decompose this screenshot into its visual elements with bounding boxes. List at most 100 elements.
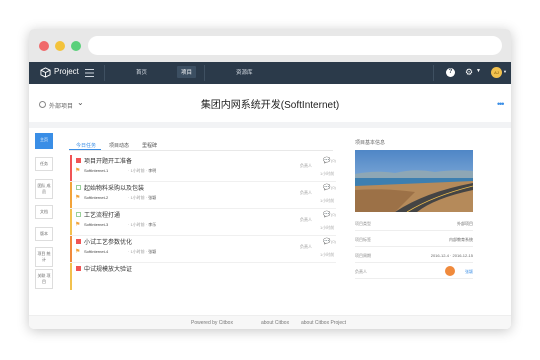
app-logo-text[interactable]: Project (54, 67, 79, 76)
task-row[interactable]: 起始物料采购以及包装 ⚑ SoftInternet-2 · 1小时前 · 张颖 💬 (0)… (70, 182, 336, 209)
task-title[interactable]: 小试工艺参数优化 (84, 237, 132, 246)
user-avatar[interactable]: AJ (491, 67, 502, 78)
task-checkbox[interactable] (76, 212, 81, 217)
panel-title: 项目基本信息 (355, 140, 386, 146)
tab-project-activity[interactable]: 项目动态 (109, 142, 129, 149)
task-meta-time: · 1小时前 · (128, 168, 149, 173)
task-meta: · 1小时前 · 李乐 (128, 222, 156, 228)
task-meta: · 1小时前 · 张颖 (128, 195, 156, 201)
address-bar[interactable] (88, 36, 502, 55)
side-tab-versions[interactable]: 版本 (35, 227, 53, 241)
row-value: 内部教育系统 (449, 237, 473, 242)
task-project: SoftInternet-1 (84, 168, 109, 173)
task-project: SoftInternet-2 (84, 195, 109, 200)
flag-icon: ⚑ (75, 195, 81, 201)
task-row[interactable]: 项目开题开工准备 ⚑ SoftInternet-1 · 1小时前 · 李明 💬 (0) 负责… (70, 155, 336, 182)
side-tab-related[interactable]: 关联 项目 (35, 269, 53, 289)
owner-avatar (445, 266, 455, 276)
panel-row-type: 项目类型 外部项目 (355, 218, 473, 231)
panel-row-owner: 负责人 张颖 (355, 266, 473, 279)
comment-count: (0) (331, 185, 336, 190)
task-assignee: 负责人 (300, 163, 312, 168)
side-tab-stats[interactable]: 项目 统计 (35, 247, 53, 267)
task-owner-name: 张颖 (148, 249, 157, 254)
user-caret-icon[interactable]: ▼ (503, 69, 507, 74)
task-meta: · 1小时前 · 李明 (128, 168, 156, 174)
task-owner-name: 李乐 (148, 222, 157, 227)
tab-divider (69, 150, 333, 151)
footer: Powered by Citbox about Citbox about Cit… (29, 315, 511, 329)
task-row[interactable]: 小试工艺参数优化 ⚑ SoftInternet-4 · 1小时前 · 张颖 💬 (0) 负责… (70, 236, 336, 263)
task-title[interactable]: 工艺流程打通 (84, 210, 120, 219)
task-title[interactable]: 中试规模放大验证 (84, 264, 132, 273)
nav-item-projects[interactable]: 项目 (177, 66, 197, 78)
flag-icon: ⚑ (75, 168, 81, 174)
task-time: 1小时前 (320, 198, 335, 203)
flag-icon: ⚑ (75, 222, 81, 228)
task-meta-time: · 1小时前 · (128, 249, 149, 254)
side-tab-tasks[interactable]: 任务 (35, 157, 53, 171)
task-checkbox[interactable] (76, 185, 81, 190)
side-tab-home[interactable]: 主页 (35, 133, 53, 149)
nav-divider (104, 65, 105, 81)
task-checkbox[interactable] (76, 239, 81, 244)
browser-chrome (29, 29, 511, 62)
owner-name-link[interactable]: 张颖 (465, 269, 473, 275)
row-label: 项目标签 (355, 237, 371, 242)
task-row[interactable]: 中试规模放大验证 (70, 263, 336, 290)
gear-icon[interactable]: ⚙ (465, 67, 473, 78)
tab-today-tasks[interactable]: 今日任务 (76, 142, 96, 149)
project-header: 外部项目 ⌄ 集团内网系统开发(SoftInternet) ••• (29, 84, 511, 122)
caret-down-icon[interactable]: ▼ (476, 68, 481, 74)
row-label: 项目类型 (355, 221, 371, 226)
cube-logo-icon (40, 67, 51, 78)
footer-about-citbox-link[interactable]: about Citbox (261, 320, 289, 326)
footer-powered: Powered by Citbox (191, 320, 233, 326)
task-meta-time: · 1小时前 · (128, 222, 149, 227)
panel-row-period: 项目周期 2016-12-4 · 2016-12-15 (355, 250, 473, 263)
task-checkbox[interactable] (76, 158, 81, 163)
comment-icon[interactable]: 💬 (323, 238, 330, 245)
comment-icon[interactable]: 💬 (323, 184, 330, 191)
hamburger-menu-icon[interactable] (85, 69, 94, 77)
comment-count: (0) (331, 158, 336, 163)
row-value: 外部项目 (457, 221, 473, 226)
task-time: 1小时前 (320, 171, 335, 176)
nav-divider (433, 65, 434, 81)
minimize-window-button[interactable] (55, 41, 65, 51)
comment-icon[interactable]: 💬 (323, 157, 330, 164)
task-assignee: 负责人 (300, 217, 312, 222)
task-title[interactable]: 项目开题开工准备 (84, 156, 132, 165)
task-time: 1小时前 (320, 225, 335, 230)
footer-about-project-link[interactable]: about Citbox Project (301, 320, 346, 326)
task-owner-name: 李明 (148, 168, 157, 173)
row-label: 项目周期 (355, 253, 371, 258)
comment-icon[interactable]: 💬 (323, 211, 330, 218)
task-time: 1小时前 (320, 252, 335, 257)
tab-milestones[interactable]: 里程碑 (142, 142, 157, 149)
task-meta-time: · 1小时前 · (128, 195, 149, 200)
task-project: SoftInternet-3 (84, 222, 109, 227)
nav-item-resources[interactable]: 资源库 (236, 68, 253, 76)
help-icon[interactable]: ? (446, 68, 455, 77)
task-assignee: 负责人 (300, 244, 312, 249)
side-tab-docs[interactable]: 文档 (35, 205, 53, 219)
maximize-window-button[interactable] (71, 41, 81, 51)
task-row[interactable]: 工艺流程打通 ⚑ SoftInternet-3 · 1小时前 · 李乐 💬 (0) 负责人 1… (70, 209, 336, 236)
comment-count: (0) (331, 239, 336, 244)
task-checkbox[interactable] (76, 266, 81, 271)
side-tab-team[interactable]: 团队 成员 (35, 179, 53, 199)
task-title[interactable]: 起始物料采购以及包装 (84, 183, 144, 192)
more-icon[interactable]: ••• (497, 99, 505, 109)
nav-item-home[interactable]: 首页 (136, 68, 147, 76)
browser-window: Project 首页 项目 资源库 ? ⚙ ▼ AJ ▼ 外部项目 ⌄ 集团内网… (29, 29, 511, 329)
close-window-button[interactable] (39, 41, 49, 51)
top-navigation: Project 首页 项目 资源库 ? ⚙ ▼ AJ ▼ (29, 62, 511, 84)
row-value: 2016-12-4 · 2016-12-15 (430, 253, 473, 258)
flag-icon: ⚑ (75, 249, 81, 255)
row-label: 负责人 (355, 269, 367, 274)
comment-count: (0) (331, 212, 336, 217)
section-divider (29, 122, 511, 128)
task-project: SoftInternet-4 (84, 249, 109, 254)
panel-row-tags: 项目标签 内部教育系统 (355, 234, 473, 247)
